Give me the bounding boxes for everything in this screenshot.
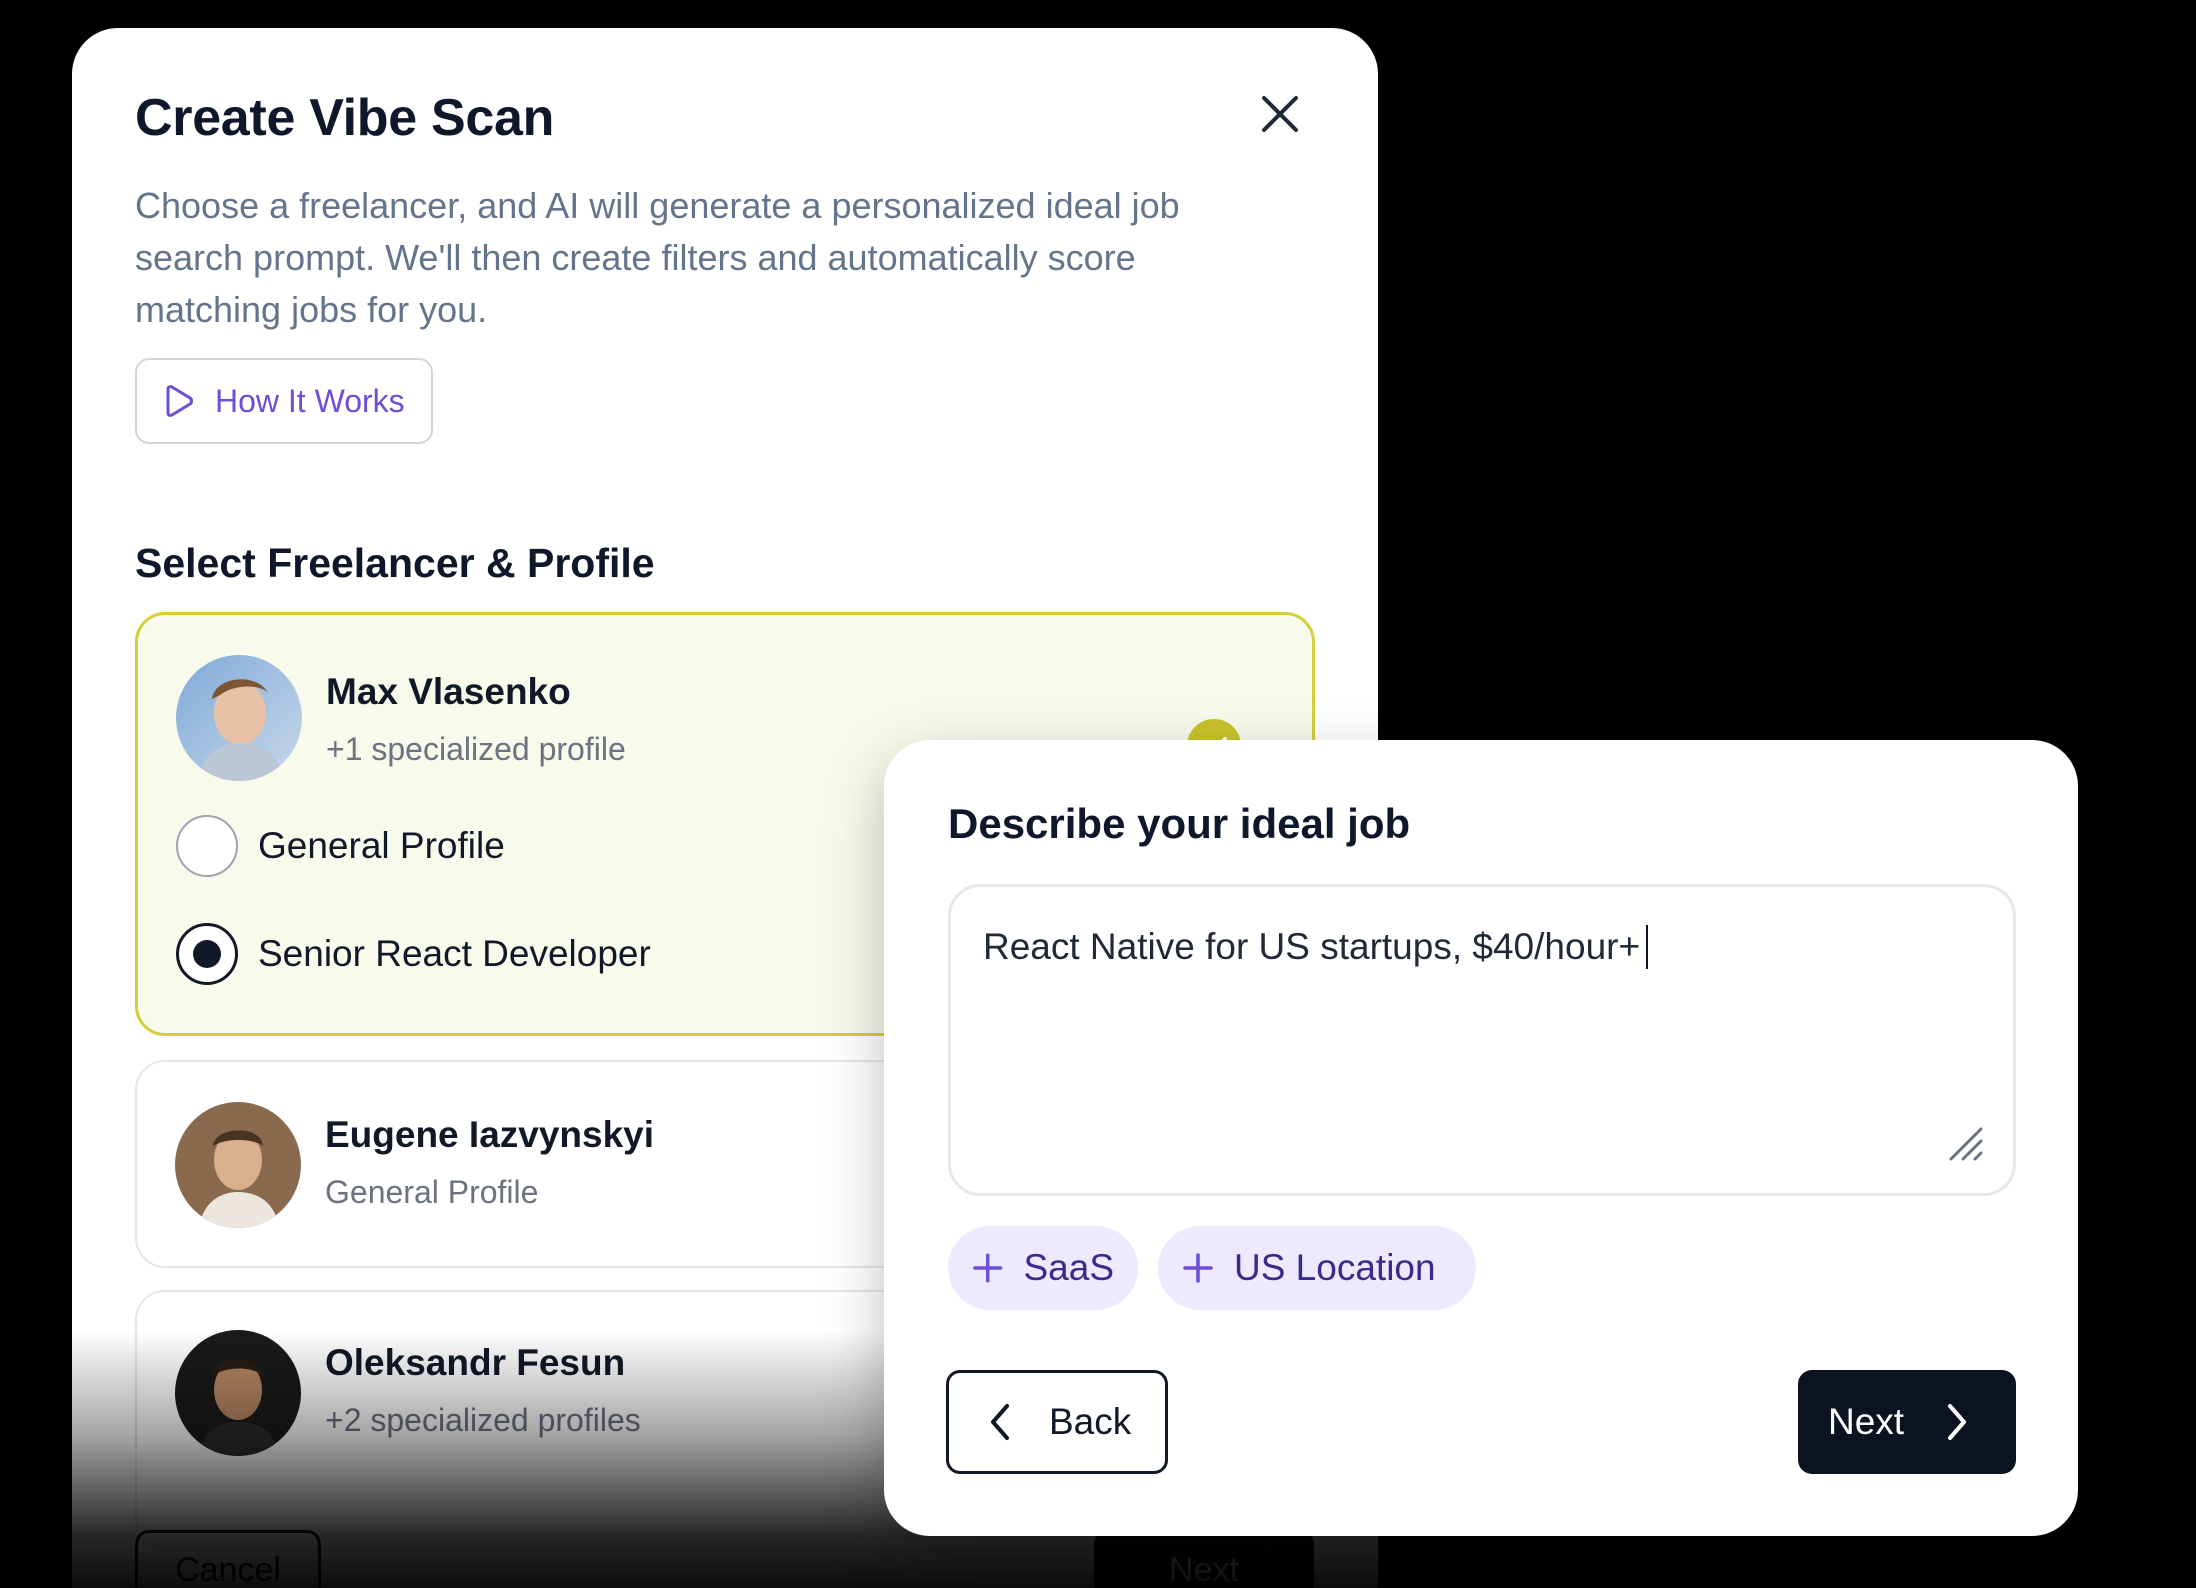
plus-icon (973, 1253, 1003, 1283)
chip-label: US Location (1234, 1247, 1436, 1288)
next-label: Next (1169, 1550, 1239, 1588)
radio-button[interactable] (176, 815, 238, 877)
play-icon (166, 385, 193, 417)
ideal-job-value: React Native for US startups, $40/hour+ (983, 926, 1641, 967)
suggestion-chip-us-location[interactable]: US Location (1158, 1226, 1476, 1310)
chevron-left-icon (991, 1404, 1009, 1440)
close-icon (1262, 96, 1298, 132)
freelancer-subtitle: +2 specialized profiles (325, 1402, 641, 1438)
profile-option-senior-react[interactable]: Senior React Developer (176, 923, 651, 985)
profile-option-general[interactable]: General Profile (176, 815, 505, 877)
modal-title: Create Vibe Scan (135, 89, 555, 147)
describe-job-title: Describe your ideal job (948, 800, 1411, 847)
resize-handle-icon[interactable] (1945, 1123, 1985, 1163)
avatar (176, 655, 302, 781)
next-button[interactable]: Next (1798, 1370, 2016, 1474)
freelancer-name: Eugene Iazvynskyi (325, 1114, 655, 1155)
freelancer-subtitle: General Profile (325, 1174, 539, 1210)
avatar (175, 1102, 301, 1228)
radio-button-checked[interactable] (176, 923, 238, 985)
freelancer-name: Oleksandr Fesun (325, 1342, 626, 1383)
back-button[interactable]: Back (946, 1370, 1168, 1474)
back-label: Back (1049, 1401, 1132, 1442)
how-it-works-button[interactable]: How It Works (135, 358, 433, 444)
how-it-works-label: How It Works (215, 382, 405, 419)
chip-label: SaaS (1023, 1247, 1114, 1288)
close-button[interactable] (1252, 86, 1308, 142)
section-title: Select Freelancer & Profile (135, 540, 655, 586)
next-button-behind[interactable]: Next (1094, 1530, 1314, 1588)
ideal-job-text: React Native for US startups, $40/hour+ (983, 925, 1649, 969)
modal-description: Choose a freelancer, and AI will generat… (135, 185, 1180, 330)
text-caret (1646, 925, 1649, 969)
chevron-right-icon (1948, 1404, 1967, 1440)
suggestion-chip-saas[interactable]: SaaS (948, 1226, 1138, 1310)
plus-icon (1183, 1253, 1213, 1283)
freelancer-subtitle: +1 specialized profile (326, 731, 626, 767)
profile-label: Senior React Developer (258, 933, 651, 974)
freelancer-name: Max Vlasenko (326, 671, 571, 712)
cancel-button[interactable]: Cancel (135, 1530, 321, 1588)
ideal-job-textarea[interactable]: React Native for US startups, $40/hour+ (948, 884, 2016, 1196)
avatar (175, 1330, 301, 1456)
describe-job-modal: Describe your ideal job React Native for… (884, 740, 2078, 1536)
profile-label: General Profile (258, 825, 505, 866)
next-label: Next (1828, 1401, 1905, 1442)
